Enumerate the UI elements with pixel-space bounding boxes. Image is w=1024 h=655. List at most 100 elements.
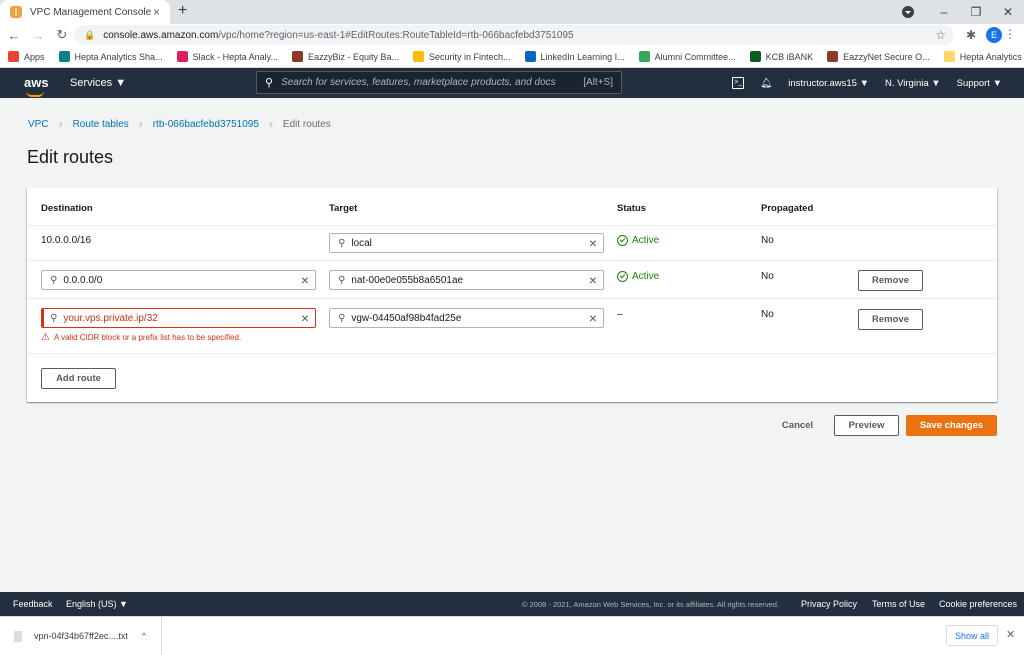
search-icon: ⚲ [338,274,346,286]
target-input[interactable]: ⚲ × [329,270,604,290]
page-title: Edit routes [27,147,114,167]
minimize-button[interactable]: – [928,5,960,19]
bookmark-favicon-icon [749,51,761,62]
destination-input[interactable]: ⚲ × [41,308,316,328]
preview-button[interactable]: Preview [834,415,899,436]
chevron-up-icon[interactable]: ^ [142,631,146,641]
cancel-button[interactable]: Cancel [770,415,825,436]
bookmark-item[interactable]: EazzyBiz - Equity Ba... [291,51,399,62]
url-bar[interactable]: 🔒 console.aws.amazon.com/vpc/home?region… [74,25,954,45]
reload-icon[interactable]: ↻ [52,27,72,43]
destination-input[interactable]: ⚲ × [41,270,316,290]
target-input[interactable]: ⚲ × [329,233,604,253]
destination-field[interactable] [63,312,295,324]
bookmark-item[interactable]: KCB iBANK [749,51,813,62]
bookmark-favicon-icon [638,51,650,62]
terms-of-use-link[interactable]: Terms of Use [872,599,925,609]
table-row: ⚲ × ⚠ A valid CIDR block or a prefix lis… [27,299,997,354]
address-bar-row: ← → ↻ 🔒 console.aws.amazon.com/vpc/home?… [0,24,1024,46]
bookmark-item[interactable]: Hepta Analytics [943,51,1022,62]
cloudshell-icon[interactable]: >_ [732,77,745,89]
chevron-right-icon: › [268,117,273,131]
close-window-button[interactable]: ✕ [992,5,1024,19]
feedback-link[interactable]: Feedback [13,599,53,609]
bookmark-favicon-icon [413,51,424,62]
target-field[interactable] [351,274,583,286]
browser-menu-icon[interactable]: ⋮ [1004,27,1016,41]
bookmark-item[interactable]: Hepta Analytics Sha... [58,51,163,62]
remove-button[interactable]: Remove [858,270,923,291]
new-tab-button[interactable]: + [178,2,187,20]
bookmark-favicon-icon [827,51,839,62]
clear-icon[interactable]: × [583,234,603,252]
bookmark-item[interactable]: Security in Fintech... [413,51,511,62]
aws-logo[interactable]: aws [24,76,49,97]
bookmark-favicon-icon [943,51,955,62]
aws-search-input[interactable] [281,77,584,88]
browser-tab[interactable]: VPC Management Console × [0,0,170,24]
propagated-value: No [761,271,774,282]
cookie-preferences-link[interactable]: Cookie preferences [939,599,1017,609]
save-changes-button[interactable]: Save changes [906,415,997,436]
bookmark-item[interactable]: Slack - Hepta Analy... [176,51,278,62]
bookmark-item[interactable]: Apps [8,51,45,62]
support-menu[interactable]: Support ▼ [957,78,1002,89]
target-field[interactable] [351,312,583,324]
breadcrumb-vpc[interactable]: VPC [28,119,49,130]
breadcrumb-route-tables[interactable]: Route tables [73,119,129,130]
add-route-button[interactable]: Add route [41,368,116,389]
aws-top-nav: aws Services ▼ ⚲ [Alt+S] >_ 🔔︎ instructo… [0,68,1024,98]
header-status: Status [617,203,647,214]
download-item[interactable]: vpn-04f34b67ff2ec....txt ^ [0,617,162,655]
region-menu[interactable]: N. Virginia ▼ [885,78,941,89]
window-controls: – ❐ ✕ [902,0,1024,24]
check-circle-icon [617,235,628,246]
target-field[interactable] [351,237,583,249]
main-content: VPC › Route tables › rtb-066bacfebd37510… [0,100,1024,592]
chevron-right-icon: › [58,117,63,131]
account-menu[interactable]: instructor.aws15 ▼ [788,78,869,89]
clear-icon[interactable]: × [295,271,315,289]
extensions-icon[interactable]: ✱ [966,28,976,42]
download-shelf: vpn-04f34b67ff2ec....txt ^ Show all ✕ [0,616,1024,655]
bookmark-favicon-icon [8,51,19,62]
clear-icon[interactable]: × [583,271,603,289]
browser-tab-strip: VPC Management Console × + – ❐ ✕ [0,0,1024,24]
status-badge: Active [617,235,659,246]
search-icon: ⚲ [50,274,58,286]
bookmark-favicon-icon [291,51,303,62]
restore-button[interactable]: ❐ [960,5,992,19]
show-all-downloads-button[interactable]: Show all [946,625,998,646]
header-propagated: Propagated [761,203,814,214]
remove-button[interactable]: Remove [858,309,923,330]
aws-search-box[interactable]: ⚲ [Alt+S] [256,71,622,94]
status-badge: Active [617,271,659,282]
clear-icon[interactable]: × [295,309,315,327]
language-selector[interactable]: English (US) ▼ [66,599,128,609]
tab-title: VPC Management Console [30,6,152,18]
bookmark-favicon-icon [58,51,70,62]
nav-right: >_ 🔔︎ instructor.aws15 ▼ N. Virginia ▼ S… [716,68,1002,98]
bookmark-item[interactable]: Alumni Committee... [638,51,736,62]
notifications-bell-icon[interactable]: 🔔︎ [760,78,772,89]
bookmark-item[interactable]: EazzyNet Secure O... [827,51,930,62]
forward-icon[interactable]: → [28,28,48,43]
bookmark-star-icon[interactable]: ☆ [935,28,946,42]
services-menu[interactable]: Services ▼ [70,77,126,89]
target-input[interactable]: ⚲ × [329,308,604,328]
destination-field[interactable] [63,274,295,286]
search-shortcut: [Alt+S] [583,77,613,88]
back-icon[interactable]: ← [4,28,24,43]
clear-icon[interactable]: × [583,309,603,327]
search-icon: ⚲ [50,312,58,324]
bookmark-item[interactable]: LinkedIn Learning I... [524,51,625,62]
close-shelf-icon[interactable]: ✕ [1006,628,1015,641]
media-record-icon[interactable] [902,6,914,18]
url-text: console.aws.amazon.com/vpc/home?region=u… [103,29,574,41]
profile-avatar[interactable]: E [986,27,1002,43]
close-tab-icon[interactable]: × [153,5,160,19]
breadcrumb-route-table-id[interactable]: rtb-066bacfebd3751095 [153,119,259,130]
privacy-policy-link[interactable]: Privacy Policy [801,599,857,609]
propagated-value: No [761,235,774,246]
validation-error: ⚠ A valid CIDR block or a prefix list ha… [41,332,242,343]
